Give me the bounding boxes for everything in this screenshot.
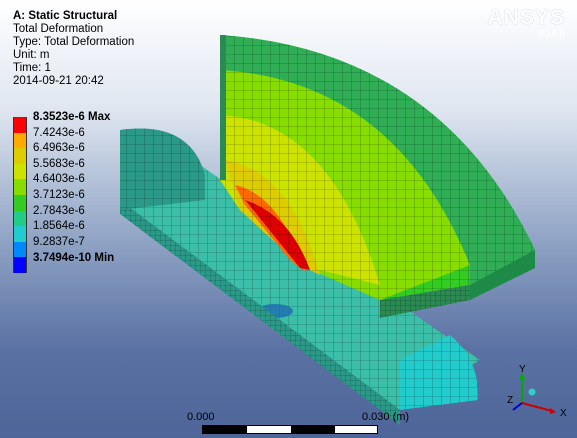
- legend-level-label: 4.6403e-6: [33, 173, 85, 186]
- legend-swatch: [13, 226, 27, 242]
- scale-start-label: 0.000: [187, 411, 215, 423]
- legend-swatch: [13, 210, 27, 227]
- z-axis-label: Z: [507, 395, 513, 406]
- legend-level-label: 2.7843e-6: [33, 204, 85, 217]
- result-info: A: Static Structural Total Deformation T…: [13, 10, 134, 88]
- legend-max-label: 8.3523e-6 Max: [33, 111, 111, 123]
- legend-swatch: [13, 194, 27, 211]
- result-type: Type: Total Deformation: [13, 36, 135, 48]
- brand: ANSYS R14.5: [488, 6, 565, 40]
- result-time: Time: 1: [13, 62, 51, 74]
- legend-swatch: [13, 163, 27, 180]
- ansys-logo: ANSYS: [487, 6, 565, 29]
- legend-swatch: [13, 179, 27, 195]
- scale-end-label: 0.030 (m): [362, 411, 410, 423]
- legend-swatch: [13, 117, 27, 133]
- result-unit: Unit: m: [13, 49, 50, 61]
- version-label: R14.5: [538, 29, 565, 40]
- legend-level-label: 7.4243e-6: [33, 126, 85, 139]
- graphics-viewport[interactable]: Y X Z A: Static Structural Total Deforma…: [0, 0, 577, 438]
- analysis-title: A: Static Structural: [13, 10, 118, 22]
- legend-swatch: [13, 148, 27, 164]
- legend-swatch: [13, 257, 27, 273]
- left-end-cap: [120, 128, 205, 210]
- triad-ball-icon: [528, 388, 536, 396]
- legend-level-label: 6.4963e-6: [33, 142, 85, 155]
- legend-swatch: [13, 241, 27, 258]
- legend-swatch: [13, 132, 27, 149]
- scale-bar: 0.000 0.030 (m): [0, 408, 577, 438]
- result-name: Total Deformation: [13, 23, 104, 35]
- y-axis-label: Y: [519, 364, 526, 375]
- legend-level-label: 1.8564e-6: [33, 220, 85, 233]
- legend-level-label: 3.7123e-6: [33, 188, 85, 201]
- scale-ruler: [202, 425, 378, 434]
- legend-min-label: 3.7494e-10 Min: [33, 252, 115, 264]
- legend-level-label: 9.2837e-7: [33, 235, 85, 248]
- result-date: 2014-09-21 20:42: [13, 75, 104, 87]
- legend-level-label: 5.5683e-6: [33, 157, 85, 170]
